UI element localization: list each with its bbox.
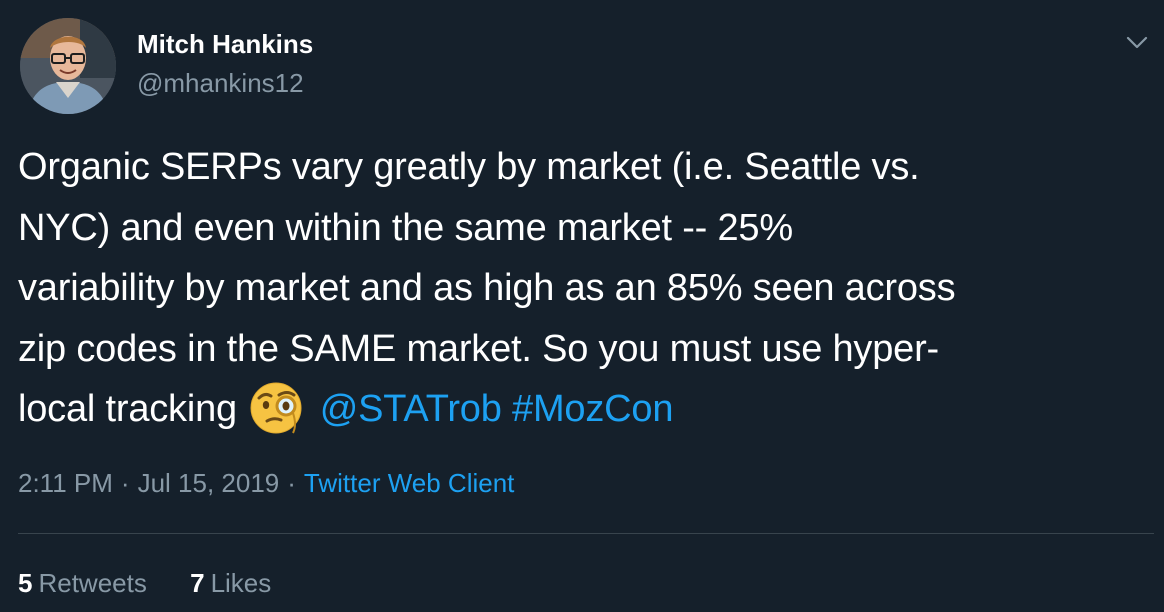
chevron-down-icon[interactable] (1122, 30, 1152, 54)
tweet-stats: 5 Retweets 7 Likes (18, 566, 307, 600)
tweet-text: Organic SERPs vary greatly by market (i.… (18, 137, 1158, 440)
hashtag-link[interactable]: #MozCon (512, 388, 673, 430)
tweet-date[interactable]: Jul 15, 2019 (138, 468, 280, 498)
likes-stat[interactable]: 7 Likes (190, 566, 271, 600)
divider (18, 533, 1154, 534)
client-link[interactable]: Twitter Web Client (304, 468, 514, 498)
face-with-monocle-icon (249, 381, 303, 435)
tweet-text-line: NYC) and even within the same market -- … (18, 206, 793, 249)
tweet-text-line: variability by market and as high as an … (18, 267, 956, 309)
author-handle[interactable]: @mhankins12 (137, 67, 304, 99)
avatar-image (20, 18, 116, 114)
tweet-text-line: local tracking (18, 388, 237, 430)
likes-label: Likes (210, 568, 272, 598)
tweet-card: Mitch Hankins @mhankins12 Organic SERPs … (0, 0, 1164, 612)
tweet-meta: 2:11 PM · Jul 15, 2019 · Twitter Web Client (18, 466, 514, 500)
retweets-label: Retweets (38, 568, 147, 598)
tweet-time[interactable]: 2:11 PM (18, 468, 113, 498)
tweet-text-last-line: local tracking @STATrob #MozCon (18, 379, 1158, 440)
likes-count: 7 (190, 568, 205, 598)
mention-link[interactable]: @STATrob (320, 388, 502, 430)
retweets-stat[interactable]: 5 Retweets (18, 566, 147, 600)
retweets-count: 5 (18, 568, 33, 598)
meta-separator: · (287, 468, 296, 498)
meta-separator: · (120, 468, 130, 498)
avatar[interactable] (20, 18, 116, 114)
author-name[interactable]: Mitch Hankins (137, 28, 313, 60)
tweet-text-line: Organic SERPs vary greatly by market (i.… (18, 146, 920, 188)
tweet-text-line: zip codes in the SAME market. So you mus… (18, 327, 940, 370)
